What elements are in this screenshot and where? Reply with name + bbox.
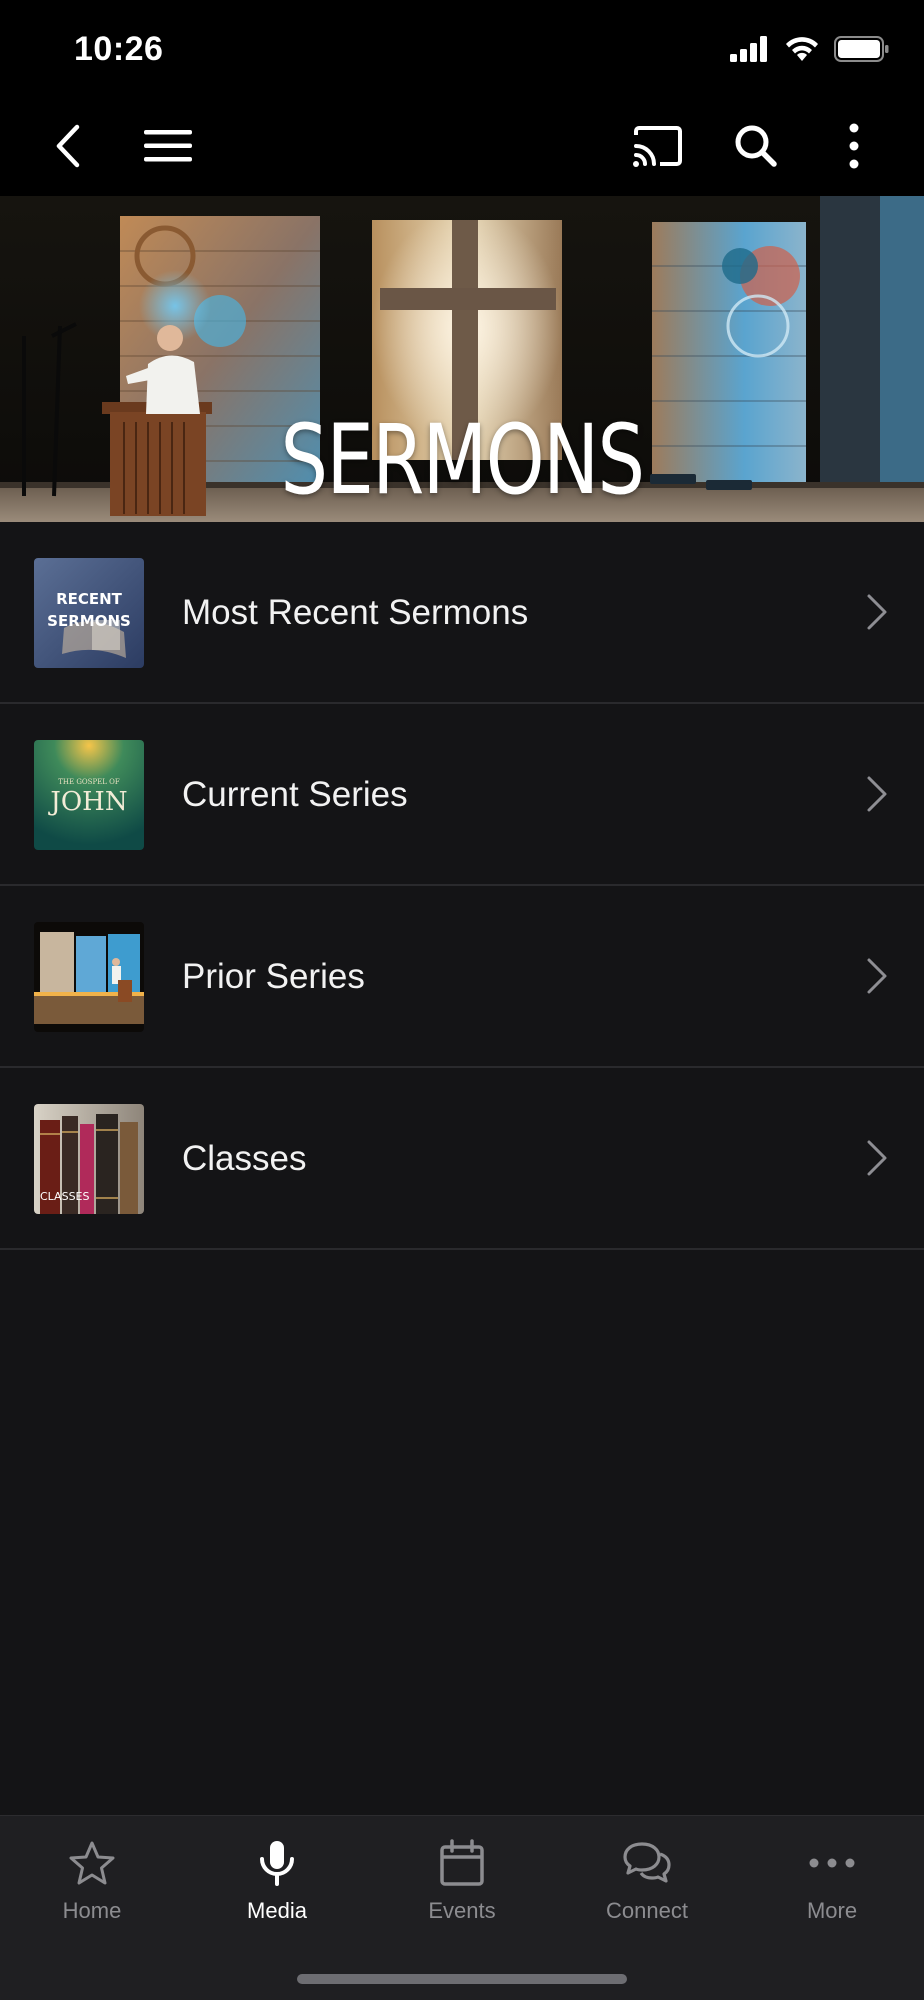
cast-icon	[632, 125, 684, 172]
status-icons	[730, 36, 890, 67]
screen: 10:26 SERMONS RECENT SERMONS Most Recent…	[0, 0, 924, 2000]
chevron-right-icon	[866, 593, 888, 636]
classes-thumb-text: CLASSES	[40, 1190, 90, 1203]
status-time: 10:26	[74, 30, 164, 68]
horizontal-ellipsis-icon	[808, 1836, 856, 1890]
list-item-classes[interactable]: CLASSES Classes	[0, 1068, 924, 1250]
hamburger-menu-icon	[142, 128, 194, 169]
more-options-button[interactable]	[822, 100, 886, 196]
recent-thumb-line2: SERMONS	[47, 612, 131, 630]
john-thumb-big: JOHN	[47, 787, 127, 817]
microphone-icon	[257, 1836, 297, 1890]
chevron-right-icon	[866, 775, 888, 818]
recent-thumb-line1: RECENT	[56, 590, 123, 608]
tab-label: Home	[62, 1898, 122, 1923]
tab-more[interactable]: More	[740, 1816, 924, 1946]
tab-media[interactable]: Media	[185, 1816, 369, 1946]
tab-events[interactable]: Events	[370, 1816, 554, 1946]
chevron-right-icon	[866, 957, 888, 1000]
calendar-icon	[439, 1836, 485, 1890]
search-icon	[734, 124, 778, 173]
tab-label: Media	[247, 1898, 307, 1923]
prior-series-thumbnail	[34, 922, 144, 1032]
status-bar: 10:26	[0, 0, 924, 100]
classes-thumbnail: CLASSES	[34, 1104, 144, 1214]
recent-sermons-thumbnail: RECENT SERMONS	[34, 558, 144, 668]
john-thumb-small: THE GOSPEL OF	[58, 778, 120, 786]
list-item-most-recent-sermons[interactable]: RECENT SERMONS Most Recent Sermons	[0, 522, 924, 704]
tab-connect[interactable]: Connect	[555, 1816, 739, 1946]
current-series-thumbnail: THE GOSPEL OF JOHN	[34, 740, 144, 850]
battery-icon	[834, 36, 890, 67]
list-item-label: Most Recent Sermons	[182, 593, 529, 632]
list-item-label: Current Series	[182, 775, 408, 814]
search-button[interactable]	[724, 100, 788, 196]
tab-home[interactable]: Home	[0, 1816, 184, 1946]
chat-bubbles-icon	[622, 1836, 672, 1890]
home-indicator[interactable]	[297, 1974, 627, 1984]
hero-banner: SERMONS	[0, 196, 924, 522]
vertical-ellipsis-icon	[848, 123, 860, 174]
tab-label: Events	[428, 1898, 496, 1923]
wifi-icon	[784, 36, 820, 67]
chevron-left-icon	[53, 124, 83, 173]
menu-button[interactable]	[136, 100, 200, 196]
list-item-current-series[interactable]: THE GOSPEL OF JOHN Current Series	[0, 704, 924, 886]
star-icon	[68, 1836, 116, 1890]
tab-bar: Home Media Events Connect More	[0, 1815, 924, 2000]
cast-button[interactable]	[626, 100, 690, 196]
back-button[interactable]	[36, 100, 100, 196]
cellular-signal-icon	[730, 36, 770, 67]
hero-title: SERMONS	[280, 404, 645, 516]
tab-label: Connect	[606, 1898, 688, 1923]
chevron-right-icon	[866, 1139, 888, 1182]
list-item-label: Classes	[182, 1139, 307, 1178]
list-item-prior-series[interactable]: Prior Series	[0, 886, 924, 1068]
tab-label: More	[806, 1898, 858, 1923]
nav-bar	[0, 100, 924, 196]
sermons-list: RECENT SERMONS Most Recent Sermons THE G…	[0, 522, 924, 1250]
list-item-label: Prior Series	[182, 957, 365, 996]
